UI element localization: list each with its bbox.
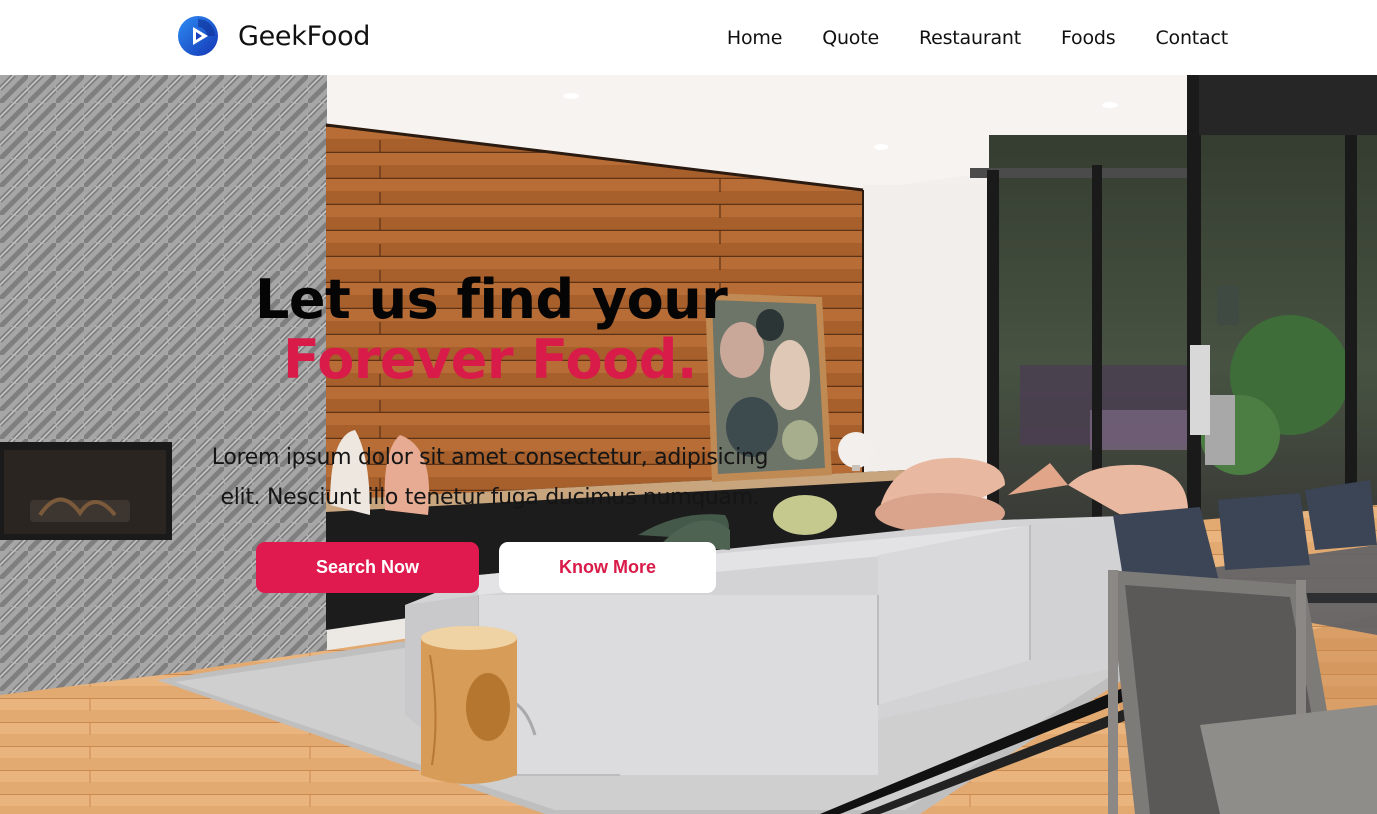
hero-section: Let us find your Forever Food. Lorem ips… — [0, 75, 1377, 814]
hero-description: Lorem ipsum dolor sit amet consectetur, … — [211, 445, 769, 510]
nav-menu: Home Quote Restaurant Foods Contact — [687, 0, 1228, 75]
know-more-button[interactable]: Know More — [499, 542, 716, 593]
brand-name: GeekFood — [238, 20, 371, 52]
play-circle-icon — [178, 16, 218, 56]
nav-contact-link[interactable]: Contact — [1155, 27, 1228, 49]
navbar: GeekFood Home Quote Restaurant Foods Con… — [0, 0, 1377, 75]
nav-restaurant-link[interactable]: Restaurant — [919, 27, 1021, 49]
search-now-button[interactable]: Search Now — [256, 542, 479, 593]
nav-home-link[interactable]: Home — [727, 27, 783, 49]
hero-headline: Let us find your Forever Food. — [255, 270, 895, 390]
nav-quote-link[interactable]: Quote — [822, 27, 879, 49]
hero-headline-line1: Let us find your — [255, 268, 728, 331]
nav-foods-link[interactable]: Foods — [1061, 27, 1116, 49]
brand-link[interactable]: GeekFood — [177, 14, 370, 58]
hero-headline-line2: Forever Food. — [283, 328, 697, 391]
